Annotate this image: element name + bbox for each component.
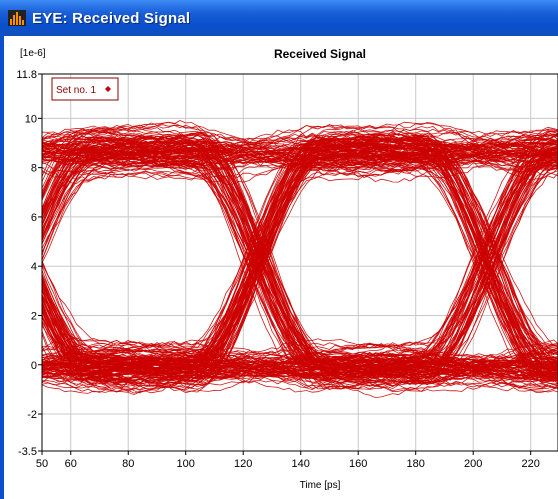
- x-tick-label: 140: [292, 458, 310, 470]
- window-title: EYE: Received Signal: [32, 9, 191, 27]
- y-tick-label: 10: [25, 113, 37, 125]
- x-tick-label: 100: [177, 458, 195, 470]
- y-tick-label: 11.8: [16, 69, 37, 81]
- legend[interactable]: Set no. 1: [51, 77, 119, 101]
- x-tick-label: 60: [65, 458, 77, 470]
- x-tick-label: 50: [36, 458, 48, 470]
- y-scale-label: [1e-6]: [20, 48, 46, 59]
- x-tick-label: 80: [122, 458, 134, 470]
- legend-entry-set-1[interactable]: Set no. 1: [56, 85, 96, 96]
- chart-app-icon[interactable]: [8, 10, 26, 26]
- x-tick-label: 180: [407, 458, 425, 470]
- x-axis-label: Time [ps]: [300, 480, 341, 491]
- y-tick-label: 8: [31, 163, 37, 175]
- y-tick-label: 0: [31, 360, 37, 372]
- y-tick-label: 4: [31, 261, 37, 273]
- signal-traces: [41, 120, 558, 399]
- chart-title: Received Signal: [274, 47, 366, 61]
- title-bar[interactable]: EYE: Received Signal: [0, 0, 558, 36]
- eye-diagram-window: EYE: Received Signal 50 60 80 100 120 140 160 1…: [0, 0, 558, 499]
- eye-diagram-chart: 50 60 80 100 120 140 160 180 200 220 11.8 10 8 6 4 2 0 -2…: [16, 47, 558, 491]
- y-tick-label: 2: [31, 310, 37, 322]
- x-tick-label: 200: [464, 458, 482, 470]
- x-tick-label: 220: [522, 458, 540, 470]
- x-tick-label: 120: [234, 458, 252, 470]
- y-tick-label: -2: [27, 409, 37, 421]
- chart-panel: 50 60 80 100 120 140 160 180 200 220 11.8 10 8 6 4 2 0 -2…: [4, 36, 558, 499]
- y-tick-label: 6: [31, 212, 37, 224]
- x-tick-label: 160: [349, 458, 367, 470]
- y-tick-label: -3.5: [18, 446, 37, 458]
